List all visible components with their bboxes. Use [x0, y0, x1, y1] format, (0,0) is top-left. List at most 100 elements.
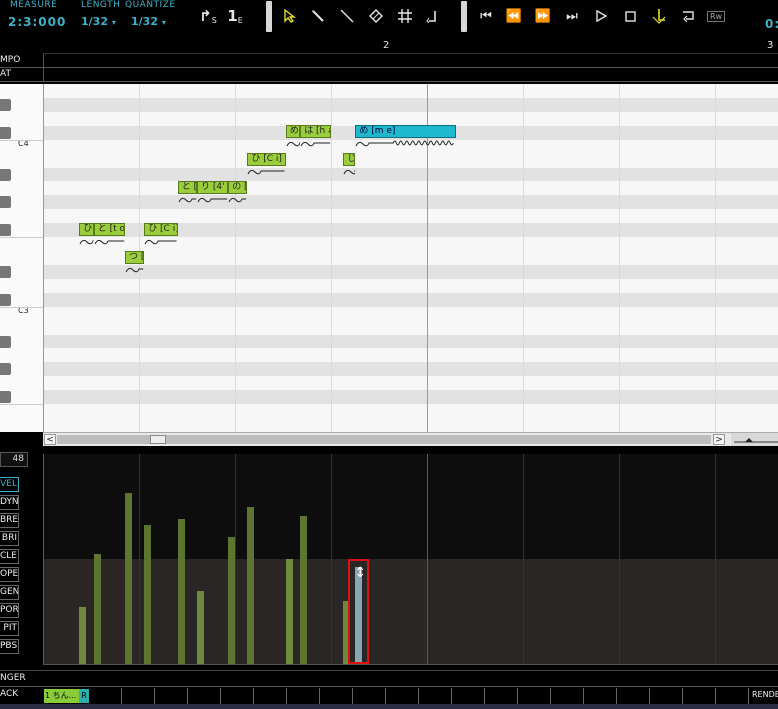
scroll-left-button[interactable]: < [44, 434, 56, 445]
pitch-lane[interactable] [43, 278, 778, 293]
track-slot[interactable] [353, 688, 386, 704]
loop-button[interactable] [677, 5, 699, 27]
scroll-thumb[interactable] [150, 435, 166, 444]
pitch-lane[interactable] [43, 181, 778, 196]
black-key[interactable] [0, 98, 11, 111]
pitch-lane[interactable] [43, 84, 778, 98]
end-marker-button[interactable]: 1E [224, 5, 246, 27]
track-slot[interactable] [683, 688, 716, 704]
black-key[interactable] [0, 126, 11, 139]
pitch-lane[interactable] [43, 195, 778, 210]
control-param-vel[interactable]: VEL [0, 477, 19, 492]
track-slot[interactable] [155, 688, 188, 704]
control-param-pit[interactable]: PIT [0, 621, 19, 636]
velocity-bar[interactable] [125, 492, 132, 664]
track-record-toggle[interactable]: R [79, 689, 89, 703]
track-slot[interactable] [188, 688, 221, 704]
note[interactable]: ひ [C i] [247, 153, 286, 167]
control-param-por[interactable]: POR [0, 603, 19, 618]
track-slot[interactable] [617, 688, 650, 704]
beat-track[interactable]: AT [0, 68, 778, 82]
pitch-lane[interactable] [43, 334, 778, 349]
measure-value[interactable]: 2:3:000 [8, 15, 66, 29]
pitch-lane[interactable] [43, 264, 778, 279]
velocity-bar[interactable] [197, 590, 204, 664]
play-button[interactable] [590, 5, 612, 27]
pitch-lane[interactable] [43, 209, 778, 224]
control-param-ope[interactable]: OPE [0, 567, 19, 582]
pointer-tool[interactable] [279, 5, 301, 27]
control-param-pbs[interactable]: PBS [0, 639, 19, 654]
black-key[interactable] [0, 293, 11, 306]
control-param-bri[interactable]: BRI [0, 531, 19, 546]
control-param-cle[interactable]: CLE [0, 549, 19, 564]
scroll-right-button[interactable]: > [713, 434, 725, 445]
measure-ruler[interactable]: 2 3 [43, 36, 778, 54]
track-slot[interactable] [749, 688, 778, 704]
scroll-track[interactable] [57, 435, 711, 444]
velocity-bar[interactable] [144, 525, 152, 664]
velocity-bar[interactable] [285, 559, 293, 664]
control-value-field[interactable]: 48 [0, 452, 28, 467]
pitch-lane[interactable] [43, 418, 778, 432]
track-slot[interactable] [386, 688, 419, 704]
pitch-lane[interactable] [43, 167, 778, 182]
piano-roll[interactable]: ひ ...と [t o]つ [ts... ひ [C i] と [t ...り [4'… [43, 84, 778, 432]
velocity-bar[interactable] [93, 553, 101, 664]
track-slot[interactable] [254, 688, 287, 704]
piano-keyboard[interactable]: C4 C3 [0, 84, 43, 432]
vibrato-tool[interactable] [421, 5, 443, 27]
track-slot[interactable] [584, 688, 617, 704]
pitch-lane[interactable] [43, 306, 778, 321]
note[interactable]: め [m e] [355, 125, 457, 139]
track-tab[interactable]: 1 ちん... [44, 689, 79, 703]
note[interactable]: じ... [343, 153, 356, 167]
eraser-tool[interactable] [365, 5, 387, 27]
grid-tool[interactable] [394, 5, 416, 27]
pitch-lane[interactable] [43, 97, 778, 112]
start-marker-button[interactable]: ↱ S [197, 5, 219, 27]
track-slot[interactable] [551, 688, 584, 704]
velocity-bar[interactable] [177, 519, 185, 664]
black-key[interactable] [0, 224, 11, 237]
velocity-bar[interactable] [247, 506, 255, 664]
velocity-bar[interactable] [79, 607, 87, 664]
note[interactable]: ひ [C i] [144, 222, 178, 236]
pitch-lane[interactable] [43, 390, 778, 405]
record-button[interactable] [648, 5, 670, 27]
tempo-track[interactable]: MPO [0, 54, 778, 68]
pitch-lane[interactable] [43, 404, 778, 419]
black-key[interactable] [0, 391, 11, 404]
control-track-area[interactable]: ↕ [43, 454, 778, 664]
fast-forward-button[interactable]: ⏩ [532, 5, 554, 27]
go-start-button[interactable]: ⏮ [475, 5, 497, 27]
quantize-dropdown[interactable]: 1/32 ▾ [131, 15, 166, 28]
track-slot[interactable] [518, 688, 551, 704]
pencil-tool[interactable] [307, 5, 329, 27]
rewind-button[interactable]: ⏪ [503, 5, 525, 27]
black-key[interactable] [0, 265, 11, 278]
track-slot[interactable] [419, 688, 452, 704]
track-slot[interactable] [221, 688, 254, 704]
control-param-bre[interactable]: BRE [0, 513, 19, 528]
go-end-button[interactable]: ⏭ [561, 5, 583, 27]
horizontal-scrollbar[interactable]: < > [43, 432, 778, 446]
note[interactable]: と [t ... [177, 181, 197, 195]
singer-row[interactable]: NGER [0, 670, 778, 686]
pitch-lane[interactable] [43, 362, 778, 377]
track-slot[interactable] [89, 688, 122, 704]
pitch-lane[interactable] [43, 348, 778, 363]
pitch-lane[interactable] [43, 153, 778, 168]
note[interactable]: は [h a] [300, 125, 332, 139]
zoom-slider[interactable] [731, 433, 778, 446]
track-slot[interactable] [287, 688, 320, 704]
note[interactable]: り [4' i] [197, 181, 229, 195]
black-key[interactable] [0, 335, 11, 348]
track-slot[interactable] [320, 688, 353, 704]
note[interactable]: つ [ts... [125, 250, 145, 264]
pitch-lane[interactable] [43, 376, 778, 391]
control-param-gen[interactable]: GEN [0, 585, 19, 600]
note[interactable]: の [n... [228, 181, 248, 195]
note[interactable]: め ... [285, 125, 301, 139]
track-slot[interactable] [485, 688, 518, 704]
